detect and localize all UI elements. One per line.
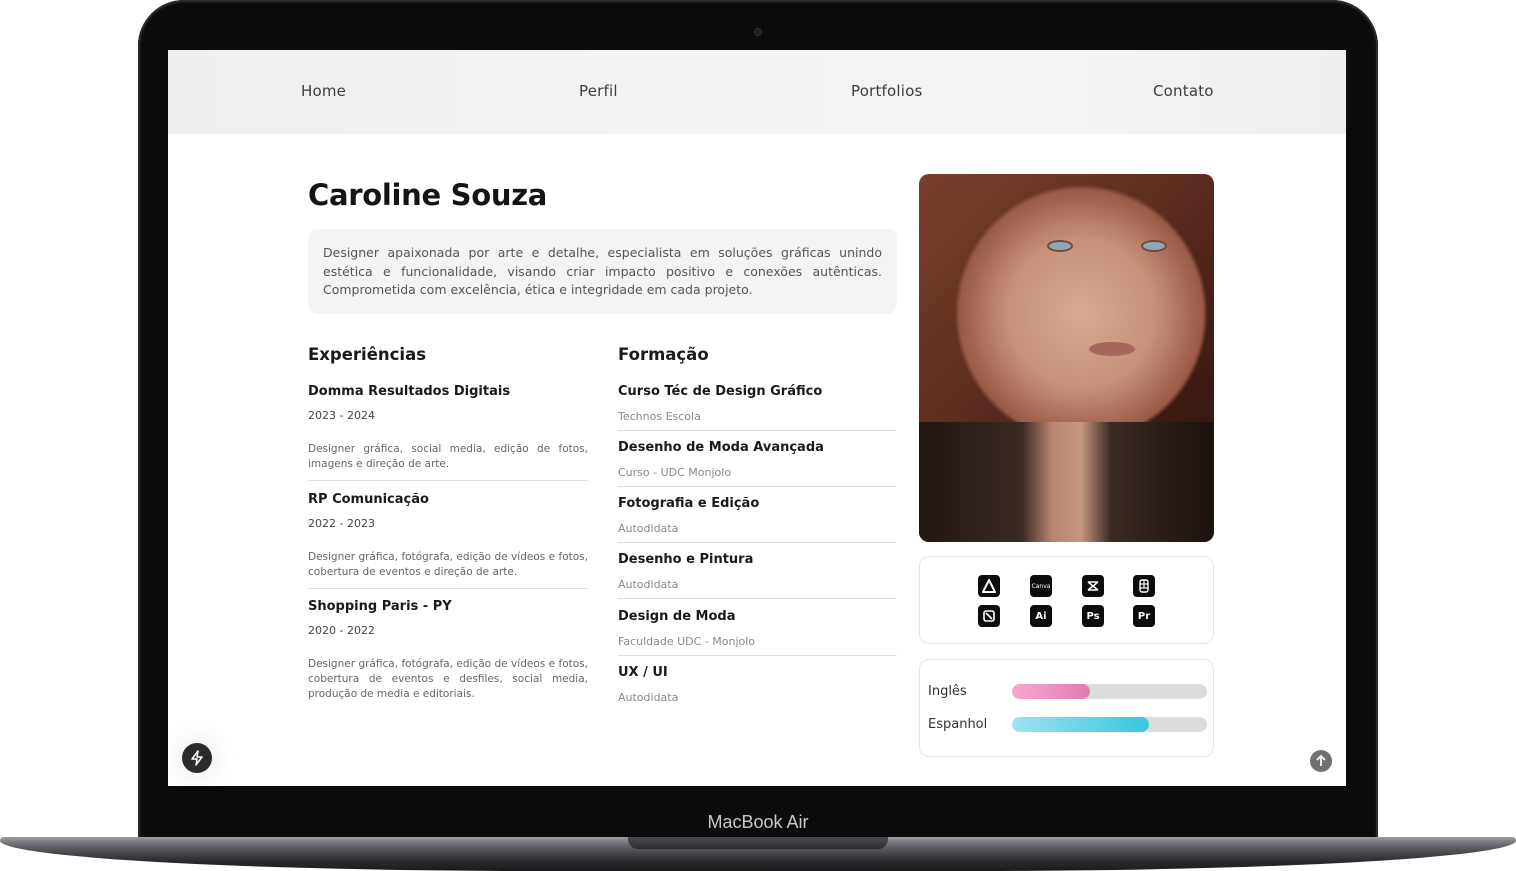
experience-item: Domma Resultados Digitais 2023 - 2024 De… <box>308 384 588 481</box>
bolt-icon[interactable] <box>182 743 212 773</box>
profile-name: Caroline Souza <box>308 178 548 212</box>
photo-detail <box>919 422 1214 542</box>
divider <box>618 430 897 431</box>
arrow-up-icon[interactable] <box>1310 750 1332 772</box>
divider <box>618 598 897 599</box>
nav-home[interactable]: Home <box>301 82 346 100</box>
device-label: MacBook Air <box>707 812 809 832</box>
capcut-icon <box>1082 575 1104 597</box>
camera-icon <box>754 28 762 36</box>
education-course: UX / UI <box>618 665 668 680</box>
experience-item: RP Comunicação 2022 - 2023 Designer gráf… <box>308 492 588 589</box>
education-school: Autodidata <box>618 691 679 704</box>
language-bar <box>1012 684 1207 699</box>
education-school: Faculdade UDC - Monjolo <box>618 635 756 648</box>
education-item: Desenho e Pintura Autodidata <box>618 552 897 599</box>
language-bar-fill <box>1012 684 1090 699</box>
divider <box>618 486 897 487</box>
profile-bio: Designer apaixonada por arte e detalhe, … <box>308 229 897 314</box>
experience-company: RP Comunicação <box>308 492 429 507</box>
illustrator-icon: Ai <box>1030 605 1052 627</box>
premiere-icon: Pr <box>1133 605 1155 627</box>
experience-company: Domma Resultados Digitais <box>308 384 511 399</box>
profile-photo <box>919 174 1214 542</box>
experience-title: Experiências <box>308 345 427 364</box>
photo-detail <box>1141 240 1167 252</box>
education-school: Autodidata <box>618 522 679 535</box>
language-label: Inglês <box>928 684 967 699</box>
top-nav: Home Perfil Portfolios Contato <box>168 50 1346 134</box>
education-school: Technos Escola <box>618 410 701 423</box>
education-title: Formação <box>618 345 709 364</box>
language-bar <box>1012 717 1207 732</box>
experience-dates: 2020 - 2022 <box>308 624 375 637</box>
education-item: Desenho de Moda Avançada Curso - UDC Mon… <box>618 440 897 487</box>
education-course: Curso Téc de Design Gráfico <box>618 384 823 399</box>
laptop-groove <box>628 837 888 849</box>
language-label: Espanhol <box>928 717 988 732</box>
nav-contato[interactable]: Contato <box>1153 82 1214 100</box>
experience-description: Designer gráfica, fotógrafa, edição de v… <box>308 658 588 700</box>
divider <box>618 655 897 656</box>
divider <box>308 588 588 589</box>
divider <box>618 542 897 543</box>
nav-perfil[interactable]: Perfil <box>579 82 618 100</box>
divider <box>308 480 588 481</box>
education-course: Desenho de Moda Avançada <box>618 440 824 455</box>
education-item: Design de Moda Faculdade UDC - Monjolo <box>618 609 897 656</box>
education-item: UX / UI Autodidata <box>618 665 897 704</box>
education-item: Curso Téc de Design Gráfico Technos Esco… <box>618 384 897 431</box>
experience-dates: 2022 - 2023 <box>308 517 375 530</box>
screen: Home Perfil Portfolios Contato Caroline … <box>168 50 1346 786</box>
experience-description: Designer gráfica, fotógrafa, edição de v… <box>308 551 588 578</box>
education-course: Design de Moda <box>618 609 736 624</box>
education-school: Curso - UDC Monjolo <box>618 466 732 479</box>
education-course: Fotografia e Edição <box>618 496 760 511</box>
canva-icon: Canva <box>1030 575 1052 597</box>
figma-icon <box>1133 575 1155 597</box>
notion-icon <box>978 605 1000 627</box>
education-item: Fotografia e Edição Autodidata <box>618 496 897 543</box>
experience-company: Shopping Paris - PY <box>308 599 452 614</box>
affinity-icon <box>978 575 1000 597</box>
experience-description: Designer gráfica, social media, edição d… <box>308 443 588 470</box>
experience-dates: 2023 - 2024 <box>308 409 375 422</box>
photo-detail <box>1089 342 1135 356</box>
languages-card: Inglês Espanhol <box>919 659 1214 757</box>
photoshop-icon: Ps <box>1082 605 1104 627</box>
education-course: Desenho e Pintura <box>618 552 754 567</box>
tools-card: Canva Ai Ps Pr <box>919 556 1214 644</box>
photo-detail <box>1047 240 1073 252</box>
education-school: Autodidata <box>618 578 679 591</box>
nav-portfolios[interactable]: Portfolios <box>851 82 923 100</box>
experience-item: Shopping Paris - PY 2020 - 2022 Designer… <box>308 599 588 702</box>
language-bar-fill <box>1012 717 1149 732</box>
